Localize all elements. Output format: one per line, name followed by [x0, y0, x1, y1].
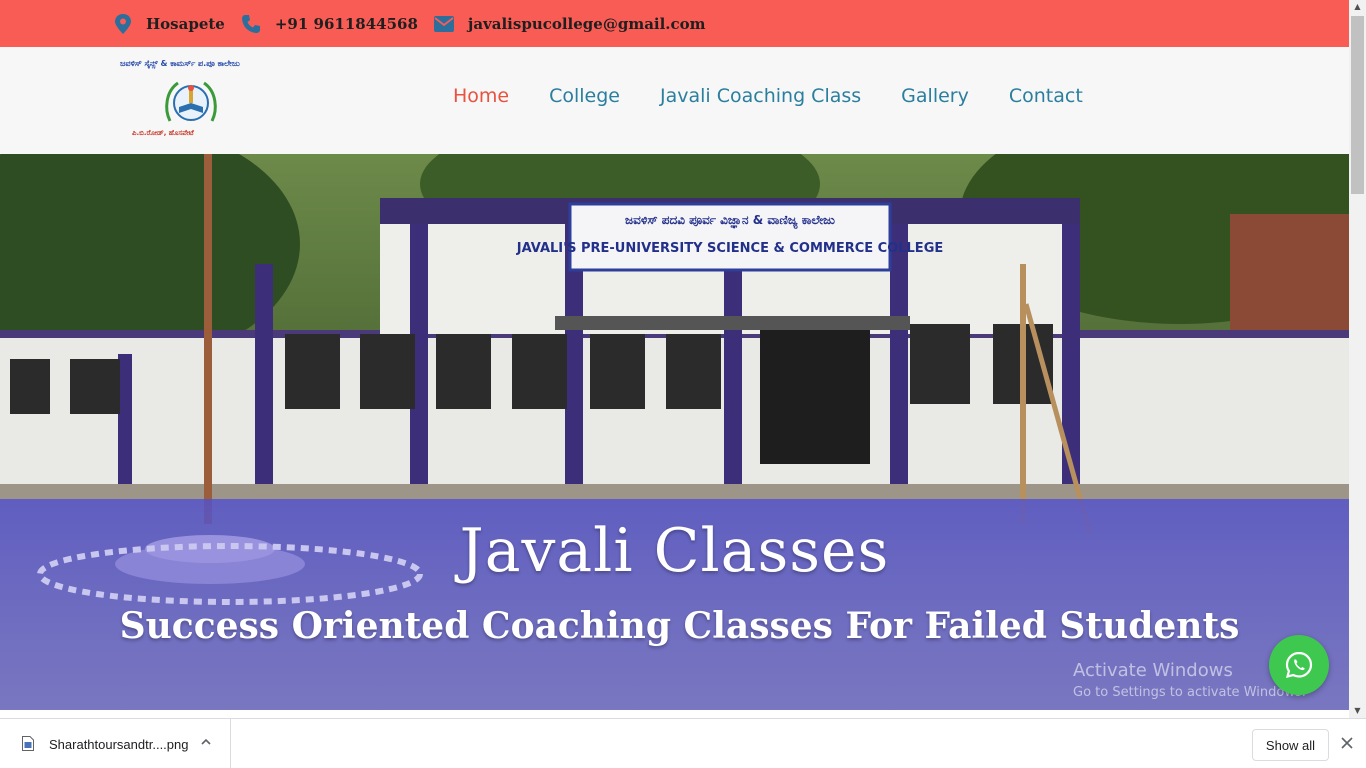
show-all-button[interactable]: Show all	[1252, 729, 1329, 761]
book-emblem-icon	[165, 81, 217, 122]
sign-line-english: JAVALI'S PRE-UNIVERSITY SCIENCE & COMMER…	[516, 241, 944, 256]
downloads-bar: Sharathtoursandtr....png Show all	[0, 718, 1366, 768]
email-text[interactable]: javalispucollege@gmail.com	[468, 15, 706, 33]
scrollbar-thumb[interactable]	[1351, 16, 1364, 194]
contact-bar: Hosapete +91 9611844568 javalispucollege…	[0, 0, 1349, 47]
watermark-line2: Go to Settings to activate Windows.	[1073, 685, 1306, 700]
email-info[interactable]: javalispucollege@gmail.com	[433, 15, 706, 33]
scroll-up-arrow-icon[interactable]: ▲	[1349, 0, 1366, 14]
map-marker-icon	[115, 13, 131, 34]
whatsapp-icon	[1285, 651, 1313, 679]
nav-home[interactable]: Home	[453, 85, 509, 107]
logo-bottom-text: ಪಿ.ಬಿ.ರೋಡ್, ಹೊಸಪೇಟೆ	[132, 129, 194, 137]
download-item[interactable]: Sharathtoursandtr....png	[0, 719, 231, 768]
scroll-down-arrow-icon[interactable]: ▼	[1349, 704, 1366, 718]
site-header: ಜವಳಿಸ್ ಸೈನ್ಸ್ & ಕಾಮರ್ಸ್ ಪ.ಪೂ ಕಾಲೇಜು ಪಿ.ಬ…	[0, 47, 1349, 154]
phone-text[interactable]: +91 9611844568	[275, 15, 418, 33]
phone-info[interactable]: +91 9611844568	[241, 14, 418, 34]
college-logo[interactable]: ಜವಳಿಸ್ ಸೈನ್ಸ್ & ಕಾಮರ್ಸ್ ಪ.ಪೂ ಕಾಲೇಜು ಪಿ.ಬ…	[120, 55, 260, 147]
file-icon	[22, 736, 34, 751]
hero-banner: ಜವಳಿಸ್ ಪದವಿ ಪೂರ್ವ ವಿಜ್ಞಾನ & ವಾಣಿಜ್ಯ ಕಾಲೇ…	[0, 154, 1349, 710]
nav-contact[interactable]: Contact	[1009, 85, 1083, 107]
whatsapp-button[interactable]	[1269, 635, 1329, 695]
hero-subtitle: Success Oriented Coaching Classes For Fa…	[119, 605, 1240, 647]
nav-javali-coaching-class[interactable]: Javali Coaching Class	[660, 85, 861, 107]
phone-icon	[241, 14, 260, 33]
close-icon[interactable]	[1340, 736, 1354, 750]
envelope-icon	[433, 15, 454, 32]
hero-title: Javali Classes	[459, 516, 890, 586]
logo-top-text: ಜವಳಿಸ್ ಸೈನ್ಸ್ & ಕಾಮರ್ಸ್ ಪ.ಪೂ ಕಾಲೇಜು	[120, 59, 240, 68]
main-nav: Home College Javali Coaching Class Galle…	[453, 85, 1123, 107]
location-text: Hosapete	[146, 14, 225, 33]
nav-college[interactable]: College	[549, 85, 620, 107]
download-file-name[interactable]: Sharathtoursandtr....png	[49, 737, 188, 752]
nav-gallery[interactable]: Gallery	[901, 85, 969, 107]
chevron-up-icon[interactable]	[199, 735, 213, 749]
location-info: Hosapete	[114, 13, 225, 34]
